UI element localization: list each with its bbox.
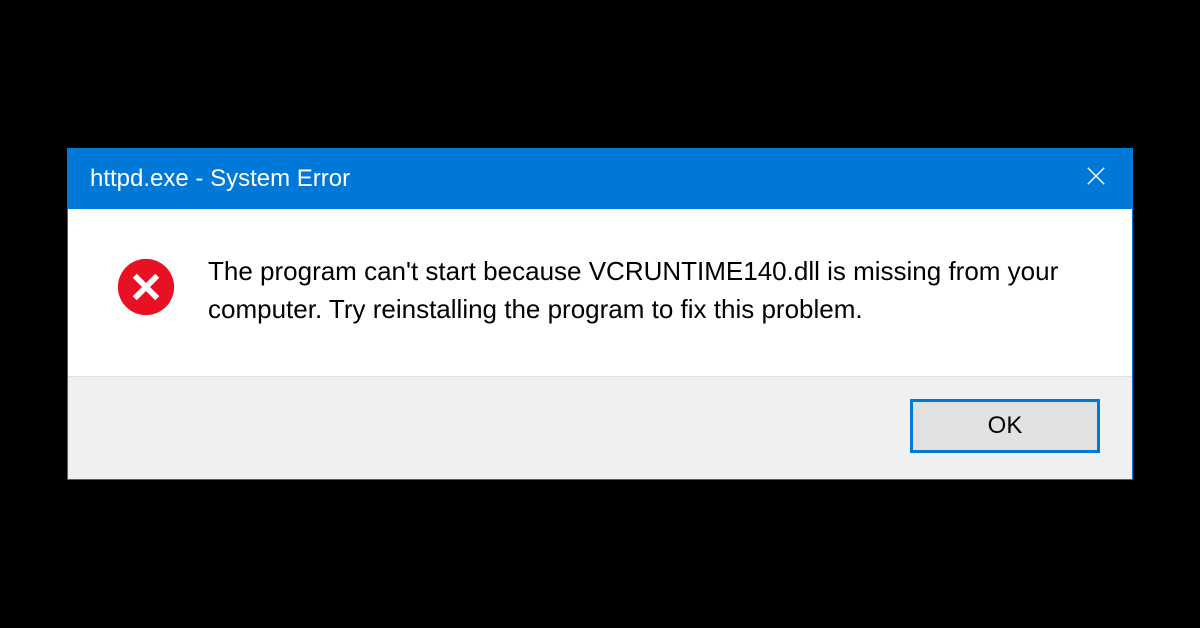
error-message: The program can't start because VCRUNTIM…: [208, 253, 1072, 328]
window-title: httpd.exe - System Error: [90, 165, 350, 193]
dialog-body: The program can't start because VCRUNTIM…: [68, 209, 1132, 376]
dialog-footer: OK: [68, 376, 1132, 479]
close-button[interactable]: [1060, 149, 1132, 209]
close-icon: [1085, 165, 1107, 192]
ok-button[interactable]: OK: [910, 399, 1100, 453]
error-icon: [116, 257, 176, 317]
titlebar: httpd.exe - System Error: [68, 149, 1132, 209]
system-error-dialog: httpd.exe - System Error The program can…: [67, 148, 1133, 480]
